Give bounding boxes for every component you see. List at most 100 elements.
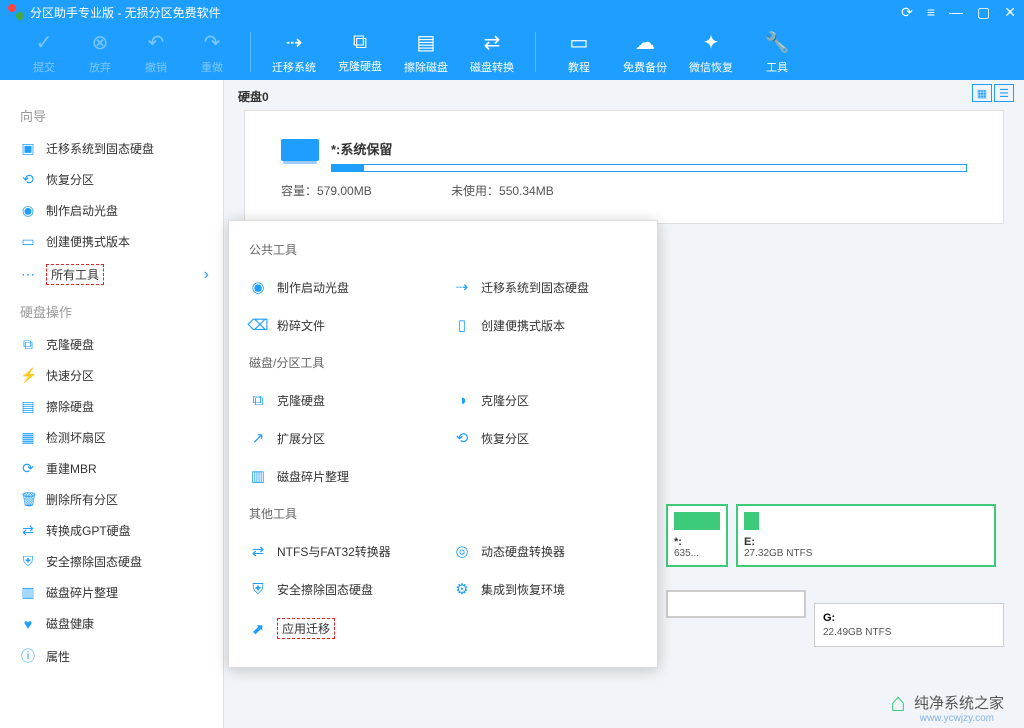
tutorial-button[interactable]: ▭教程: [550, 30, 608, 75]
partition-name: *:系统保留: [331, 139, 967, 158]
tool-boot-disc[interactable]: ◉制作启动光盘: [239, 268, 443, 306]
recover-icon: ⟲: [20, 171, 36, 188]
refresh-icon[interactable]: ⟳: [901, 4, 913, 21]
disk-block-g[interactable]: G:22.49GB NTFS: [814, 603, 1004, 647]
sidebar-item-quick-partition[interactable]: ⚡快速分区: [0, 360, 223, 391]
tool-shred[interactable]: ⌫粉碎文件: [239, 306, 443, 344]
brand-icon: ⌂: [890, 687, 906, 718]
wipe-icon: ▤: [20, 398, 36, 415]
redo-button[interactable]: ↷重做: [188, 30, 236, 75]
ssd-arrow-icon: ⇢: [453, 278, 471, 296]
disk-block-e[interactable]: E:27.32GB NTFS: [736, 504, 996, 567]
wechat-icon: ✦: [703, 30, 720, 55]
eraser-icon: ▤: [417, 30, 436, 55]
rebuild-icon: ⟳: [20, 460, 36, 477]
cloud-icon: ☁: [635, 30, 655, 55]
commit-button[interactable]: ✓提交: [20, 30, 68, 75]
maximize-icon[interactable]: ▢: [977, 4, 990, 21]
tool-clone-partition[interactable]: ◑克隆分区: [443, 381, 647, 419]
sidebar-item-all-tools[interactable]: ⋯所有工具: [0, 257, 223, 292]
wrench-icon: 🔧: [765, 30, 790, 55]
view-tile-button[interactable]: ▦: [972, 84, 992, 102]
free-backup-button[interactable]: ☁免费备份: [616, 30, 674, 75]
tool-migrate-ssd[interactable]: ⇢迁移系统到固态硬盘: [443, 268, 647, 306]
defrag-icon: ▥: [249, 467, 267, 485]
app-migrate-icon: ⬈: [249, 620, 267, 638]
sidebar-item-to-gpt[interactable]: ⇄转换成GPT硬盘: [0, 515, 223, 546]
tool-ntfs-fat32[interactable]: ⇄NTFS与FAT32转换器: [239, 532, 443, 570]
popup-section-other: 其他工具: [229, 499, 657, 528]
trash-icon: 🗑: [20, 491, 36, 508]
drive-arrow-icon: ⇢: [286, 30, 303, 55]
disk-title: 硬盘0: [238, 88, 269, 105]
sidebar-item-recover-partition[interactable]: ⟲恢复分区: [0, 164, 223, 195]
disk-convert-button[interactable]: ⇄磁盘转换: [463, 30, 521, 75]
sidebar-item-badsector[interactable]: ▦检测坏扇区: [0, 422, 223, 453]
tool-portable[interactable]: ▯创建便携式版本: [443, 306, 647, 344]
wipe-disk-button[interactable]: ▤擦除磁盘: [397, 30, 455, 75]
sidebar-item-delete-all[interactable]: 🗑删除所有分区: [0, 484, 223, 515]
dots-icon: ⋯: [20, 266, 36, 283]
shield-icon: ⛨: [20, 553, 36, 570]
footer-url: www.ycwjzy.com: [920, 713, 994, 724]
book-icon: ▭: [570, 30, 589, 55]
sidebar-item-rebuild-mbr[interactable]: ⟳重建MBR: [0, 453, 223, 484]
close-icon[interactable]: ✕: [1004, 4, 1016, 21]
sidebar-item-bootable-disc[interactable]: ◉制作启动光盘: [0, 195, 223, 226]
discard-button[interactable]: ⊗放弃: [76, 30, 124, 75]
tool-integrate-recovery[interactable]: ⚙集成到恢复环境: [443, 570, 647, 608]
window-title: 分区助手专业版 - 无损分区免费软件: [30, 4, 901, 21]
migrate-system-button[interactable]: ⇢迁移系统: [265, 30, 323, 75]
info-icon: ⓘ: [20, 646, 36, 666]
convert-icon: ⇄: [20, 522, 36, 539]
tool-extend-partition[interactable]: ↗扩展分区: [239, 419, 443, 457]
redo-icon: ↷: [204, 30, 221, 55]
health-icon: ♥: [20, 616, 36, 632]
minimize-icon[interactable]: —: [949, 4, 963, 21]
undo-button[interactable]: ↶撤销: [132, 30, 180, 75]
sidebar-item-migrate-ssd[interactable]: ▣迁移系统到固态硬盘: [0, 133, 223, 164]
popup-section-common: 公共工具: [229, 235, 657, 264]
tool-defrag[interactable]: ▥磁盘碎片整理: [239, 457, 443, 495]
partition-info-card[interactable]: *:系统保留 容量：579.00MB 未使用：550.34MB: [244, 110, 1004, 224]
usage-bar: [331, 164, 967, 172]
partition-icon: ◑: [453, 391, 471, 409]
sidebar-item-secure-erase-ssd[interactable]: ⛨安全擦除固态硬盘: [0, 546, 223, 577]
view-list-button[interactable]: ☰: [994, 84, 1014, 102]
clone-hdd-button[interactable]: ⧉克隆硬盘: [331, 31, 389, 74]
menu-icon[interactable]: ≡: [927, 4, 935, 21]
bolt-icon: ⚡: [20, 367, 36, 384]
wechat-recover-button[interactable]: ✦微信恢复: [682, 30, 740, 75]
sidebar-item-wipe-disk[interactable]: ▤擦除硬盘: [0, 391, 223, 422]
x-circle-icon: ⊗: [92, 30, 109, 55]
sidebar-item-properties[interactable]: ⓘ属性: [0, 639, 223, 673]
unused-label: 未使用：550.34MB: [451, 182, 554, 199]
popup-section-disk: 磁盘/分区工具: [229, 348, 657, 377]
undo-icon: ↶: [148, 30, 165, 55]
tool-app-migration[interactable]: ⬈应用迁移: [239, 608, 443, 649]
convert-icon: ⇄: [249, 542, 267, 560]
sidebar-item-clone-disk[interactable]: ⧉克隆硬盘: [0, 329, 223, 360]
sidebar-item-disk-health[interactable]: ♥磁盘健康: [0, 608, 223, 639]
disc-icon: ◉: [20, 202, 36, 219]
defrag-icon: ▥: [20, 584, 36, 601]
drive-icon: [281, 139, 319, 161]
extend-icon: ↗: [249, 429, 267, 447]
shredder-icon: ⌫: [249, 316, 267, 334]
usb-icon: ▯: [453, 316, 471, 334]
tools-button[interactable]: 🔧工具: [748, 30, 806, 75]
sidebar-item-defrag[interactable]: ▥磁盘碎片整理: [0, 577, 223, 608]
diskops-heading: 硬盘操作: [0, 292, 223, 329]
check-circle-icon: ✓: [36, 30, 53, 55]
capacity-label: 容量：579.00MB: [281, 182, 451, 199]
shield-icon: ⛨: [249, 580, 267, 598]
sidebar-item-portable[interactable]: ▭创建便携式版本: [0, 226, 223, 257]
wizard-heading: 向导: [0, 96, 223, 133]
disk-block-star[interactable]: *:635...: [666, 504, 728, 567]
tool-secure-erase-ssd[interactable]: ⛨安全擦除固态硬盘: [239, 570, 443, 608]
tool-dynamic-converter[interactable]: ◎动态硬盘转换器: [443, 532, 647, 570]
ssd-icon: ▣: [20, 140, 36, 157]
tool-recover-partition[interactable]: ⟲恢复分区: [443, 419, 647, 457]
tool-clone-disk[interactable]: ⧉克隆硬盘: [239, 381, 443, 419]
disk-block-empty[interactable]: [666, 590, 806, 618]
